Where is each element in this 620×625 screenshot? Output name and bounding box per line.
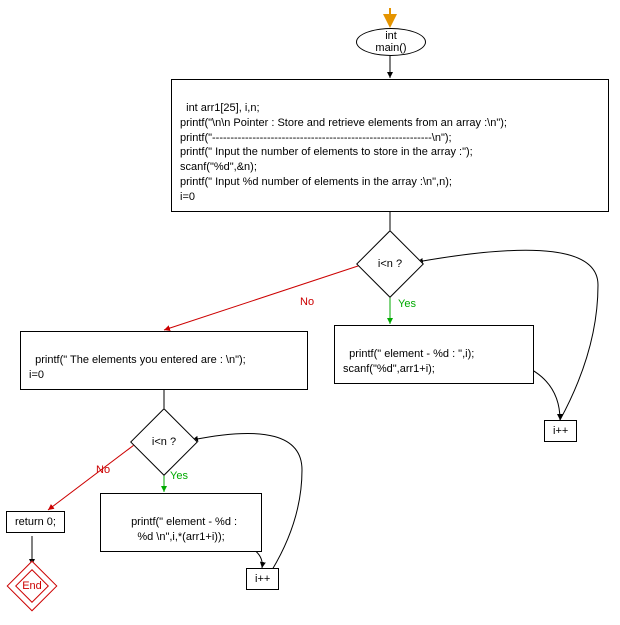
node-cond2: i<n ? [140, 418, 188, 466]
node-cond1: i<n ? [366, 240, 414, 288]
node-end: End [14, 568, 50, 604]
node-afterloop1-text: printf(" The elements you entered are : … [29, 354, 246, 381]
node-inc1: i++ [544, 420, 577, 442]
node-end-text: End [22, 580, 42, 592]
node-loop2-body-text: printf(" element - %d : %d \n",i,*(arr1+… [131, 516, 237, 543]
node-loop1-body: printf(" element - %d : ",i); scanf("%d"… [334, 325, 534, 384]
node-return-text: return 0; [15, 516, 56, 528]
node-inc2: i++ [246, 568, 279, 590]
label-cond2-no: No [96, 464, 110, 476]
node-inc2-text: i++ [255, 573, 270, 585]
node-inc1-text: i++ [553, 425, 568, 437]
node-init: int arr1[25], i,n; printf("\n\n Pointer … [171, 79, 609, 212]
label-cond1-yes: Yes [398, 298, 416, 310]
node-loop2-body: printf(" element - %d : %d \n",i,*(arr1+… [100, 493, 262, 552]
label-cond1-no: No [300, 296, 314, 308]
node-cond1-text: i<n ? [378, 258, 402, 270]
node-afterloop1: printf(" The elements you entered are : … [20, 331, 308, 390]
node-init-text: int arr1[25], i,n; printf("\n\n Pointer … [180, 102, 507, 203]
node-loop1-body-text: printf(" element - %d : ",i); scanf("%d"… [343, 348, 474, 375]
node-cond2-text: i<n ? [152, 436, 176, 448]
node-return: return 0; [6, 511, 65, 533]
node-main-text: int main() [371, 30, 411, 54]
node-main: int main() [356, 28, 426, 56]
label-cond2-yes: Yes [170, 470, 188, 482]
